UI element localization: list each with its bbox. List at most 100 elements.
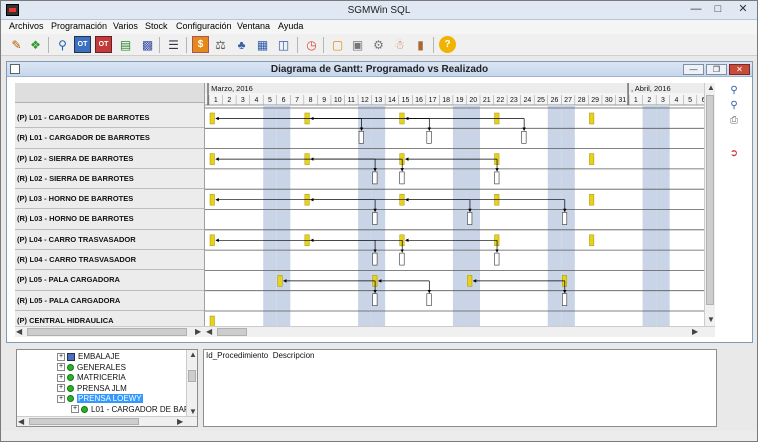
gear-box-icon[interactable]: ⚙ — [370, 36, 387, 53]
day-tick-label: 18 — [442, 97, 450, 104]
gantt-row-label: (P) L03 - HORNO DE BARROTES — [15, 189, 204, 210]
expand-icon[interactable]: + — [57, 394, 65, 403]
gantt-window: Diagrama de Gantt: Programado vs Realiza… — [6, 61, 753, 343]
menu-configuracion[interactable]: Configuración — [176, 21, 232, 31]
minimize-icon[interactable]: — — [686, 1, 706, 19]
scroll-thumb[interactable] — [188, 370, 196, 382]
chart-horizontal-scrollbar[interactable]: ◀ ▶ — [205, 326, 715, 337]
magnifier-icon[interactable]: ⚲ — [54, 36, 71, 53]
realizado-bar — [467, 212, 473, 225]
gantt-title-bar: Diagrama de Gantt: Programado vs Realiza… — [7, 62, 752, 77]
expand-icon[interactable]: + — [71, 405, 79, 414]
realizado-bar — [494, 252, 500, 266]
realizado-bar — [372, 252, 378, 266]
dollar-icon[interactable]: $ — [192, 36, 209, 53]
programado-bar — [589, 153, 595, 165]
dot-icon — [67, 363, 74, 371]
menu-stock[interactable]: Stock — [145, 21, 168, 31]
scroll-left-icon[interactable]: ◀ — [16, 327, 22, 337]
day-tick-label: 28 — [578, 97, 586, 104]
puzzle-icon[interactable]: ❖ — [27, 36, 44, 53]
resource-list: (P) L01 - CARGADOR DE BARROTES (R) L01 - … — [15, 83, 205, 326]
folder-open-icon[interactable]: ▢ — [329, 36, 346, 53]
grid-icon[interactable]: ◫ — [275, 36, 292, 53]
tree-vertical-scrollbar[interactable]: ▲ ▼ — [186, 350, 197, 418]
gantt-restore-icon[interactable]: ❐ — [706, 64, 727, 75]
maximize-icon[interactable]: □ — [708, 1, 728, 19]
scroll-right-icon[interactable]: ▶ — [177, 417, 183, 426]
scroll-up-icon[interactable]: ▲ — [707, 83, 715, 93]
expand-icon[interactable]: + — [57, 363, 65, 372]
scroll-thumb[interactable] — [27, 328, 187, 336]
gantt-chart[interactable]: , Marzo, 2016, Abril, 2016 1 2 3 4 5 6 7 8 9 10 11 1… — [205, 83, 704, 326]
scroll-right-icon[interactable]: ▶ — [195, 327, 201, 337]
programado-bar — [209, 234, 215, 247]
scroll-down-icon[interactable]: ▼ — [707, 315, 715, 325]
menu-ayuda[interactable]: Ayuda — [278, 21, 303, 31]
realizado-bar — [426, 293, 432, 306]
scroll-thumb[interactable] — [29, 418, 139, 425]
menu-varios[interactable]: Varios — [113, 21, 138, 31]
menu-ventana[interactable]: Ventana — [237, 21, 270, 31]
document-list-icon[interactable]: ▤ — [117, 36, 134, 53]
tree-item[interactable]: + EMBALAJE — [57, 352, 120, 363]
card-icon[interactable]: ▩ — [139, 36, 156, 53]
scale-icon[interactable]: ⚖ — [212, 36, 229, 53]
close-icon[interactable]: ✕ — [730, 1, 756, 19]
programado-bar — [209, 153, 215, 165]
dot-icon — [67, 395, 74, 403]
table-icon[interactable]: ▦ — [254, 36, 271, 53]
box-icon — [67, 352, 75, 361]
day-tick-label: 5 — [688, 97, 692, 104]
menu-programacion[interactable]: Programación — [51, 21, 107, 31]
people-icon[interactable]: ☃ — [391, 36, 408, 53]
programado-bar — [589, 193, 595, 206]
scroll-thumb[interactable] — [706, 95, 714, 305]
gantt-row-label: (P) L05 - PALA CARGADORA — [15, 270, 204, 291]
zoom-in-icon[interactable]: ⚲ — [727, 83, 741, 97]
zoom-out-icon[interactable]: ⚲ — [727, 98, 741, 112]
programado-bar — [209, 193, 215, 206]
day-tick-label: 3 — [661, 97, 665, 104]
help-icon[interactable]: ? — [439, 36, 456, 53]
weekend-column — [263, 105, 277, 326]
expand-icon[interactable]: + — [57, 352, 65, 361]
realizado-bar — [426, 130, 432, 144]
resource-horizontal-scrollbar[interactable]: ◀ ▶ — [15, 326, 205, 337]
print-icon[interactable]: ⎙ — [727, 113, 741, 127]
chart-book-icon[interactable]: ▮ — [412, 36, 429, 53]
gantt-close-icon[interactable]: ✕ — [729, 64, 750, 75]
scroll-left-icon[interactable]: ◀ — [18, 417, 24, 426]
list-lines-icon[interactable]: ☰ — [165, 36, 182, 53]
day-tick-label: 3 — [241, 97, 245, 104]
pie-chart-icon[interactable]: ◷ — [303, 36, 320, 53]
tree-item[interactable]: + MATRICERIA — [57, 373, 126, 384]
scroll-up-icon[interactable]: ▲ — [189, 350, 197, 360]
scroll-thumb[interactable] — [217, 328, 247, 336]
scroll-left-icon[interactable]: ◀ — [206, 327, 212, 337]
expand-icon[interactable]: + — [57, 373, 65, 382]
month-label: , Marzo, 2016 — [207, 84, 253, 93]
report-ot-icon[interactable]: OT — [74, 36, 91, 53]
notepad-icon[interactable]: ✎ — [8, 36, 25, 53]
day-tick-label: 10 — [334, 97, 342, 104]
tree-item-label: MATRICERIA — [77, 373, 126, 382]
tree-item[interactable]: + L01 - CARGADOR DE BAR — [71, 405, 190, 416]
gantt-vertical-scrollbar[interactable]: ▲ ▼ — [704, 83, 715, 326]
gantt-row-label: (P) CENTRAL HIDRAULICA — [15, 311, 204, 326]
scroll-right-icon[interactable]: ▶ — [692, 327, 698, 337]
menu-archivos[interactable]: Archivos — [9, 21, 44, 31]
tree-item[interactable]: + PRENSA LOEWY — [57, 394, 143, 405]
network-icon[interactable]: ♣ — [233, 36, 250, 53]
tree-item[interactable]: + GENERALES — [57, 363, 126, 374]
exit-icon[interactable]: ➲ — [727, 146, 741, 160]
procedure-panel: Id_Procedimiento Descripcion — [203, 349, 717, 427]
gantt-title: Diagrama de Gantt: Programado vs Realiza… — [270, 64, 489, 75]
disk-icon[interactable]: ▣ — [349, 36, 366, 53]
tree-horizontal-scrollbar[interactable]: ◀ ▶ — [17, 416, 197, 426]
day-tick-label: 21 — [483, 97, 491, 104]
expand-icon[interactable]: + — [57, 384, 65, 393]
gantt-minimize-icon[interactable]: — — [683, 64, 704, 75]
tree-item[interactable]: + PRENSA JLM — [57, 384, 127, 395]
report-ot-red-icon[interactable]: OT — [95, 36, 112, 53]
